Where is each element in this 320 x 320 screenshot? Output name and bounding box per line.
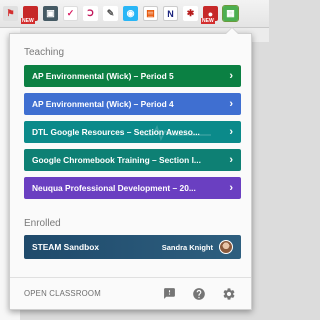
classroom-popup: Teaching AP Environmental (Wick) – Perio…: [9, 27, 252, 310]
class-name: Google Chromebook Training – Section I..…: [32, 155, 201, 165]
class-card-period-4[interactable]: AP Environmental (Wick) – Period 4 ›: [24, 93, 241, 115]
help-icon[interactable]: [191, 286, 207, 302]
ruby-icon[interactable]: NEW: [21, 6, 38, 24]
class-name: STEAM Sandbox: [32, 242, 100, 252]
open-classroom-link[interactable]: OPEN CLASSROOM: [24, 289, 161, 298]
bug-icon[interactable]: ✱: [183, 6, 198, 21]
popup-footer: OPEN CLASSROOM: [10, 277, 251, 309]
new-badge: NEW: [201, 18, 215, 24]
extensions-toolbar: ⚑ NEW ▣ ✓ Ↄ ✎ ◉ ▤ N ✱ ● NEW ▦: [0, 0, 269, 28]
chevron-right-icon: ›: [229, 182, 233, 194]
chevron-right-icon: ›: [229, 70, 233, 82]
eyedropper-icon[interactable]: ✎: [103, 6, 118, 21]
new-badge: NEW: [21, 18, 35, 24]
chevron-right-icon: ›: [229, 126, 233, 138]
notebook-icon[interactable]: N: [163, 6, 178, 21]
new-badge-icon[interactable]: ● NEW: [201, 6, 218, 24]
avatar: [219, 240, 233, 254]
extension-icon[interactable]: ▣: [43, 6, 58, 21]
google-classroom-icon[interactable]: ▦: [222, 5, 239, 22]
class-card-chromebook-training[interactable]: Google Chromebook Training – Section I..…: [24, 149, 241, 171]
teaching-heading: Teaching: [24, 47, 65, 58]
class-name: AP Environmental (Wick) – Period 5: [32, 71, 174, 81]
flag-icon[interactable]: ⚑: [3, 6, 18, 21]
chevron-right-icon: ›: [229, 154, 233, 166]
class-card-dtl-google-resources[interactable]: DTL Google Resources – Section Aweso... …: [24, 121, 241, 143]
enrolled-heading: Enrolled: [24, 218, 61, 229]
settings-icon[interactable]: [221, 286, 237, 302]
clipboard-icon[interactable]: ▤: [143, 6, 158, 21]
pocket-icon[interactable]: ✓: [63, 6, 78, 21]
camera-icon[interactable]: ◉: [123, 6, 138, 21]
class-name: Neuqua Professional Development – 20...: [32, 183, 196, 193]
class-card-neuqua-pd[interactable]: Neuqua Professional Development – 20... …: [24, 177, 241, 199]
chevron-right-icon: ›: [229, 98, 233, 110]
class-name: AP Environmental (Wick) – Period 4: [32, 99, 174, 109]
teacher-name: Sandra Knight: [161, 242, 213, 252]
class-card-period-5[interactable]: AP Environmental (Wick) – Period 5 ›: [24, 65, 241, 87]
pinterest-icon[interactable]: Ↄ: [83, 6, 98, 21]
wave-decoration: [141, 125, 211, 141]
feedback-icon[interactable]: [161, 286, 177, 302]
class-card-steam-sandbox[interactable]: STEAM Sandbox Sandra Knight: [24, 235, 241, 259]
